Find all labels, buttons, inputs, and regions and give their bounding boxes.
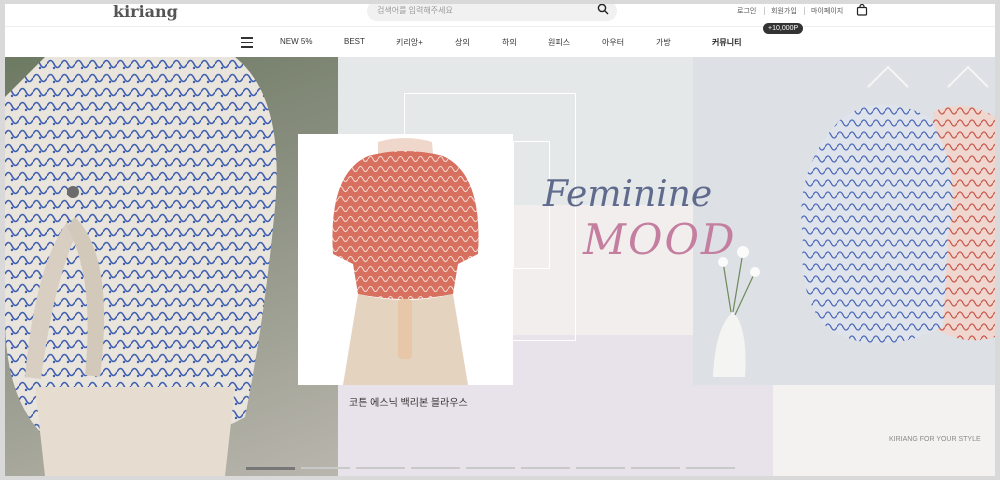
blouses-on-hangers-illustration — [693, 57, 995, 385]
red-blouse-illustration — [298, 134, 513, 385]
nav-item-best[interactable]: BEST — [344, 37, 365, 46]
nav-item-dresses[interactable]: 원피스 — [548, 37, 570, 48]
top-header: kiriang 검색어를 입력해주세요 로그인 회원가입 마이페이지 — [5, 4, 995, 26]
blouse-back-illustration — [5, 57, 277, 476]
slide-indicator-2[interactable] — [301, 467, 350, 469]
mypage-link[interactable]: 마이페이지 — [811, 6, 843, 16]
slide-indicator-9[interactable] — [686, 467, 735, 469]
site-logo[interactable]: kiriang — [113, 4, 178, 21]
signup-link[interactable]: 회원가입 — [771, 6, 797, 16]
login-link[interactable]: 로그인 — [737, 6, 756, 16]
slide-indicator-4[interactable] — [411, 467, 460, 469]
nav-item-bags[interactable]: 가방 — [656, 37, 671, 48]
background-pane — [773, 385, 995, 476]
page-frame: kiriang 검색어를 입력해주세요 로그인 회원가입 마이페이지 NEW 5… — [5, 4, 995, 476]
search-bar[interactable]: 검색어를 입력해주세요 — [367, 4, 617, 21]
featured-product-image[interactable] — [298, 134, 513, 385]
search-icon[interactable] — [597, 4, 609, 15]
hanger-photo — [693, 57, 995, 385]
slide-indicator-8[interactable] — [631, 467, 680, 469]
slide-indicator-3[interactable] — [356, 467, 405, 469]
headline-mood: MOOD — [583, 215, 737, 264]
slide-indicator-6[interactable] — [521, 467, 570, 469]
nav-item-new[interactable]: NEW 5% — [280, 37, 312, 46]
util-divider — [764, 7, 765, 15]
product-caption[interactable]: 코튼 에스닉 백리본 블라우스 — [349, 394, 468, 409]
nav-item-tops[interactable]: 상의 — [455, 37, 470, 48]
hamburger-menu-icon[interactable] — [241, 37, 253, 48]
shopping-bag-icon[interactable] — [856, 4, 868, 16]
nav-item-kiriang-plus[interactable]: 키리앙+ — [396, 37, 423, 48]
slide-indicator-5[interactable] — [466, 467, 515, 469]
search-input[interactable]: 검색어를 입력해주세요 — [377, 5, 453, 16]
slide-indicator-1[interactable] — [246, 467, 295, 470]
model-photo-back-view — [5, 57, 338, 476]
reward-badge: +10,000P — [763, 23, 804, 34]
nav-item-outerwear[interactable]: 아우터 — [602, 37, 624, 48]
util-divider — [804, 7, 805, 15]
slide-indicator-7[interactable] — [576, 467, 625, 469]
headline-feminine: Feminine — [543, 174, 713, 215]
nav-item-bottoms[interactable]: 하의 — [502, 37, 517, 48]
nav-item-community[interactable]: 커뮤니티 — [712, 37, 741, 48]
brand-tagline: KIRIANG FOR YOUR STYLE — [889, 436, 981, 443]
main-nav: NEW 5% BEST 키리앙+ 상의 하의 원피스 아우터 가방 커뮤니티 — [5, 26, 995, 59]
hero-banner[interactable]: 코튼 에스닉 백리본 블라우스 Feminine MOOD KIRIANG FO… — [5, 57, 995, 476]
